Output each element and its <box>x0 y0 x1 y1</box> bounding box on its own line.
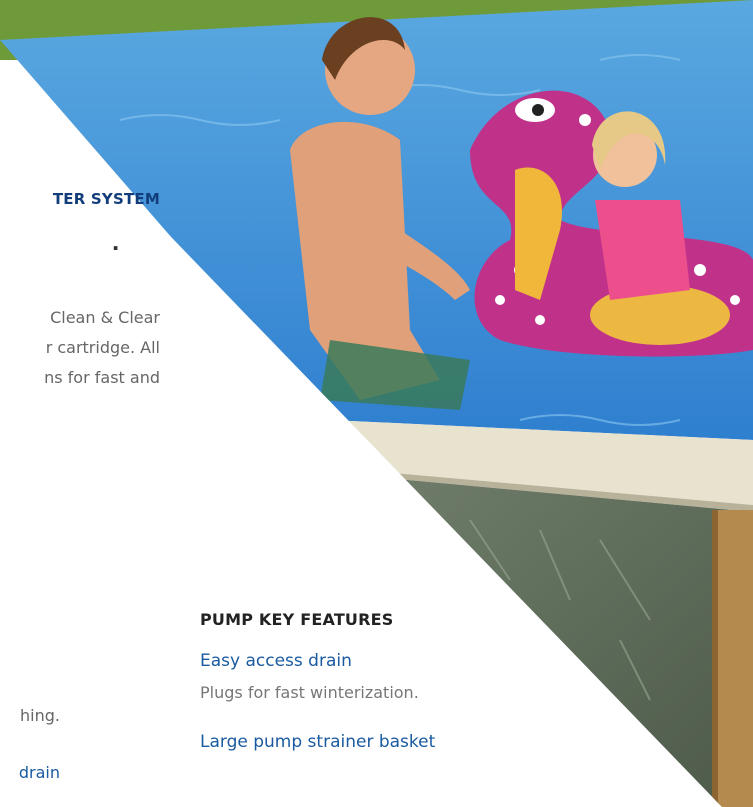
section-eyebrow: TER SYSTEM <box>52 190 160 208</box>
section-title-fragment: . <box>112 226 120 256</box>
feature-description: Plugs for fast winterization. <box>200 683 419 702</box>
body-line: Clean & Clear <box>50 308 160 327</box>
feature-description-fragment: hing. <box>20 706 60 725</box>
feature-title-fragment: drain <box>18 763 60 782</box>
body-line: r cartridge. All <box>45 338 160 357</box>
features-heading: PUMP KEY FEATURES <box>200 610 394 629</box>
pump-key-features: PUMP KEY FEATURES Easy access drain Plug… <box>200 610 720 764</box>
body-line: ns for fast and <box>44 368 160 387</box>
feature-title-large-pump-strainer-basket: Large pump strainer basket <box>200 732 436 752</box>
section-body-text: Clean & Clear r cartridge. All ns for fa… <box>0 303 160 393</box>
feature-title-easy-access-drain: Easy access drain <box>200 651 352 671</box>
